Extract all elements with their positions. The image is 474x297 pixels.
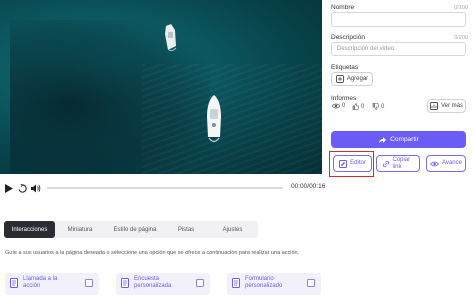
likes-count: 0 <box>361 103 365 110</box>
name-char-count: 0/100 <box>454 5 468 11</box>
link-icon <box>382 160 389 167</box>
card-line: Encuesta <box>134 276 160 282</box>
small-boat <box>165 24 177 52</box>
chart-icon <box>429 102 438 110</box>
call-to-action-label: Llamada a la acción <box>23 276 57 290</box>
call-to-action-card[interactable]: Llamada a la acción <box>5 273 99 295</box>
views-count: 0 <box>342 103 346 109</box>
custom-form-checkbox[interactable] <box>307 279 315 287</box>
video-progress-bar[interactable] <box>47 187 283 189</box>
advanced-label: Avance <box>442 160 462 167</box>
copy-link-label: Copiar link <box>392 157 411 170</box>
eye-icon <box>332 103 340 109</box>
card-line: Llamada a la <box>23 276 58 282</box>
video-player[interactable] <box>0 0 322 174</box>
replay-icon[interactable] <box>16 182 28 194</box>
editor-highlight-box <box>329 151 374 177</box>
copy-link-button[interactable]: Copiar link <box>376 155 420 172</box>
eye-icon <box>430 161 440 166</box>
dislikes-count: 0 <box>381 103 385 110</box>
tags-label: Etiquetas <box>331 64 359 71</box>
name-label: Nombre <box>331 4 355 11</box>
timecode: 00:00/00:16 <box>291 183 326 190</box>
share-icon <box>379 136 387 143</box>
custom-survey-label: Encuesta personalizada <box>134 276 171 290</box>
form-icon <box>232 278 240 288</box>
tab-bar: Interacciones Miniatura Estilo de página… <box>4 221 258 238</box>
call-to-action-checkbox[interactable] <box>85 279 93 287</box>
volume-icon[interactable] <box>30 182 42 194</box>
add-icon <box>335 75 344 83</box>
add-tag-label: Agregar <box>346 76 369 82</box>
custom-survey-checkbox[interactable] <box>196 279 204 287</box>
description-label: Descripción <box>331 34 365 41</box>
see-more-label: Ver más <box>440 103 463 109</box>
document-icon <box>10 278 18 288</box>
description-char-count: 0/200 <box>454 35 468 41</box>
player-controls: 00:00/00:16 <box>0 180 326 196</box>
card-line: personalizado <box>245 282 283 289</box>
guide-text: Guíe a sus usuarios a la página deseada … <box>5 250 300 256</box>
survey-icon <box>121 278 129 288</box>
tab-thumbnail[interactable]: Miniatura <box>55 221 105 238</box>
custom-survey-card[interactable]: Encuesta personalizada <box>116 273 210 295</box>
video-water-texture <box>142 64 322 174</box>
name-input[interactable] <box>331 12 466 27</box>
play-icon[interactable] <box>3 182 15 194</box>
tab-interactions[interactable]: Interacciones <box>4 221 55 238</box>
card-line: acción <box>23 282 41 289</box>
custom-form-card[interactable]: Formulario personalizado <box>227 273 321 295</box>
tab-settings[interactable]: Ajustes <box>207 221 258 238</box>
card-line: personalizada <box>134 282 172 289</box>
card-line: Formulario <box>245 276 274 282</box>
share-button[interactable]: Compartir <box>331 131 466 148</box>
share-label: Compartir <box>390 136 419 143</box>
thumbs-up-icon <box>352 103 359 110</box>
likes-stat: 0 <box>352 103 364 110</box>
add-tag-button[interactable]: Agregar <box>331 72 373 86</box>
yacht <box>207 95 221 143</box>
tab-page-style[interactable]: Estilo de página <box>105 221 165 238</box>
reports-label: Informes <box>331 95 357 102</box>
tab-tracks[interactable]: Pistas <box>165 221 207 238</box>
custom-form-label: Formulario personalizado <box>245 276 282 290</box>
see-more-button[interactable]: Ver más <box>427 99 466 113</box>
dislikes-stat: 0 <box>372 103 384 110</box>
description-input[interactable]: Descripción del video <box>331 42 466 56</box>
advanced-button[interactable]: Avance <box>426 155 466 172</box>
views-stat: 0 <box>332 103 345 109</box>
thumbs-down-icon <box>372 103 379 110</box>
